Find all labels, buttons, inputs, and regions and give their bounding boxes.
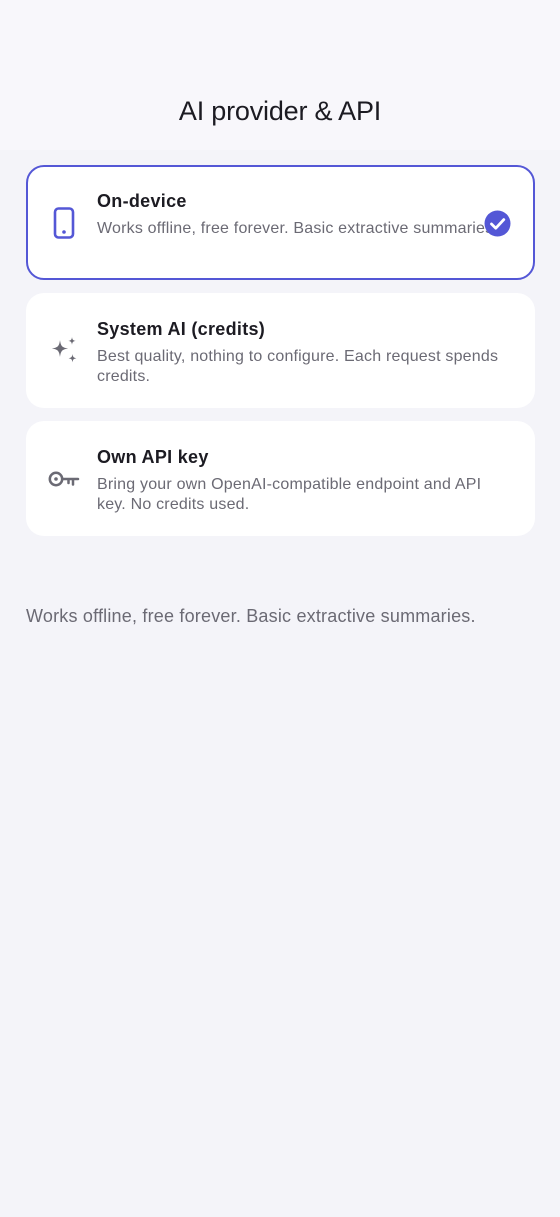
phone-icon: [48, 207, 80, 239]
sparkles-icon: [48, 335, 80, 367]
option-description: Bring your own OpenAI-compatible endpoin…: [97, 476, 482, 513]
selected-provider-description: Works offline, free forever. Basic extra…: [26, 606, 476, 626]
option-on-device[interactable]: On-device Works offline, free forever. B…: [26, 165, 535, 280]
check-circle-icon: [484, 210, 511, 237]
option-description: Works offline, free forever. Basic extra…: [97, 220, 498, 237]
provider-options: On-device Works offline, free forever. B…: [26, 165, 535, 549]
header: AI provider & API: [0, 0, 560, 150]
key-icon: [48, 463, 80, 495]
page-title: AI provider & API: [178, 96, 382, 126]
option-title: Own API key: [97, 447, 209, 467]
option-system-ai[interactable]: System AI (credits) Best quality, nothin…: [26, 293, 535, 408]
option-title: System AI (credits): [97, 319, 266, 339]
option-own-api-key[interactable]: Own API key Bring your own OpenAI-compat…: [26, 421, 535, 536]
option-title: On-device: [97, 191, 187, 211]
option-description: Best quality, nothing to configure. Each…: [97, 348, 499, 385]
